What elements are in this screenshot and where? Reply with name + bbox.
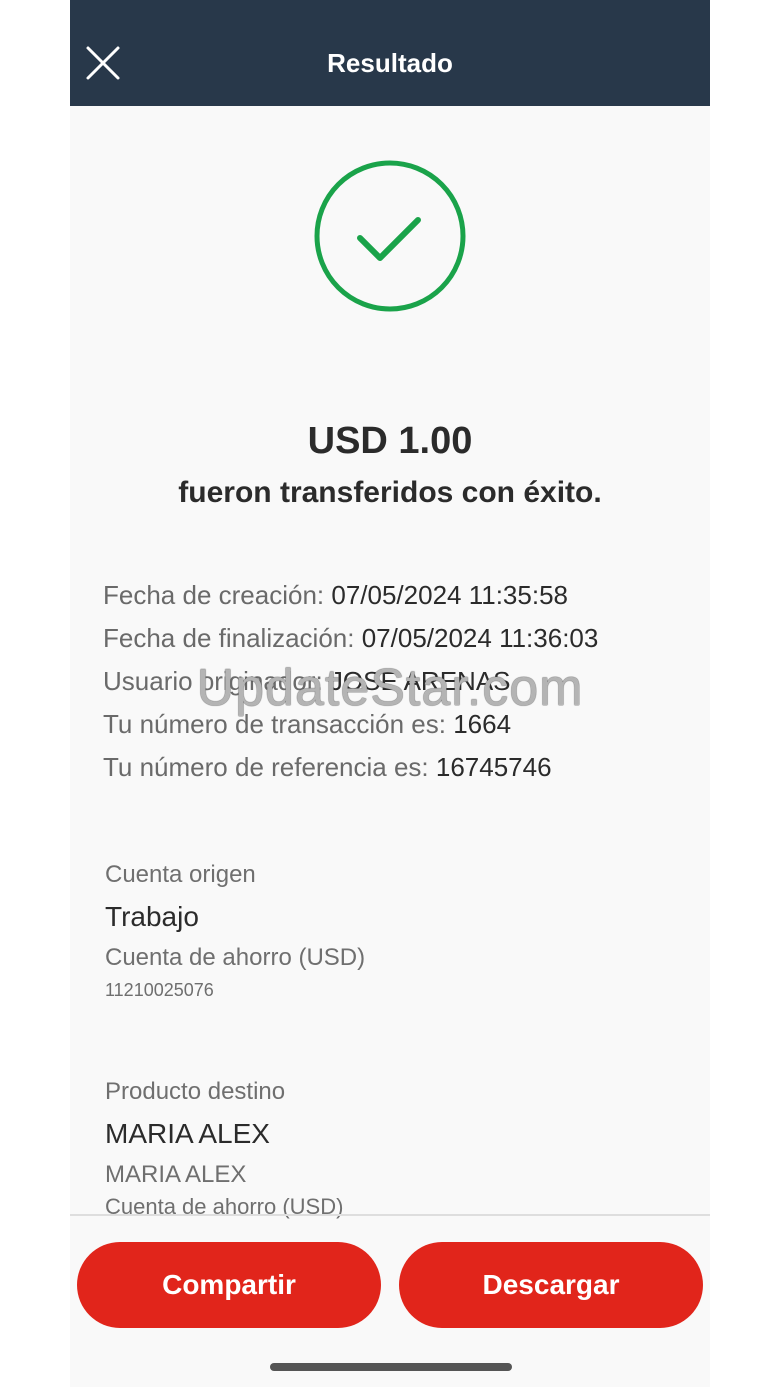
detail-reference-number: Tu número de referencia es: 16745746 (103, 752, 552, 782)
transfer-amount: USD 1.00 (307, 420, 473, 462)
origin-account: Cuenta origen Trabajo Cuenta de ahorro (… (105, 857, 665, 1005)
detail-completion-date: Fecha de finalización: 07/05/2024 11:36:… (103, 623, 599, 653)
origin-label: Cuenta origen (105, 861, 256, 888)
transaction-details: Fecha de creación: 07/05/2024 11:35:58 F… (103, 574, 683, 789)
download-button[interactable]: Descargar (399, 1242, 703, 1328)
home-indicator (270, 1363, 512, 1371)
footer-divider (70, 1214, 710, 1216)
destination-product: Producto destino MARIA ALEX MARIA ALEX C… (105, 1074, 665, 1222)
page-title: Resultado (327, 48, 453, 78)
destination-account-type: Cuenta de ahorro (USD) (105, 1194, 344, 1219)
result-screen: Resultado USD 1.00 fueron transferidos c… (70, 0, 710, 1387)
detail-transaction-number: Tu número de transacción es: 1664 (103, 709, 512, 739)
detail-originator-user: Usuario originador: JOSE ARENAS (103, 666, 511, 696)
origin-account-type: Cuenta de ahorro (USD) (105, 944, 366, 971)
origin-account-number: 11210025076 (105, 980, 214, 1000)
detail-creation-date: Fecha de creación: 07/05/2024 11:35:58 (103, 580, 568, 610)
destination-holder: MARIA ALEX (105, 1161, 247, 1188)
check-circle-icon (314, 160, 466, 312)
success-message: fueron transferidos con éxito. (178, 476, 602, 509)
share-button[interactable]: Compartir (77, 1242, 381, 1328)
origin-name: Trabajo (105, 901, 199, 932)
destination-name: MARIA ALEX (105, 1118, 270, 1149)
destination-label: Producto destino (105, 1078, 286, 1105)
